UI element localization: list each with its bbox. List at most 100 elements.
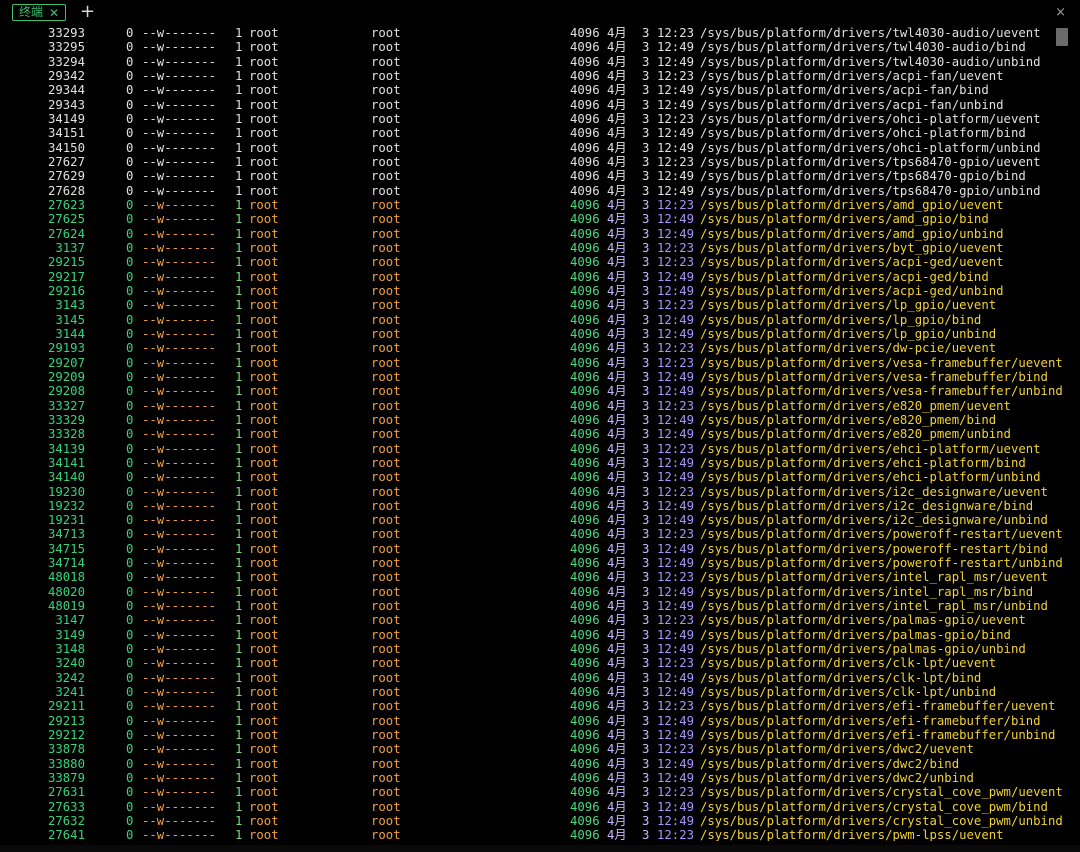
listing-month: 4月 [607, 226, 627, 241]
tab-terminal[interactable]: 终端 ✕ [12, 4, 67, 21]
listing-day: 3 [642, 183, 650, 198]
listing-inode: 3241 [55, 685, 85, 700]
listing-owner: root [249, 484, 279, 499]
listing-row: 34150 0 --w------- 1 root root 4096 4月 3 12:49/sy… [12, 141, 1066, 155]
listing-time: 12:23 [657, 355, 695, 370]
listing-path: /sys/bus/platform/drivers/efi-framebuffe… [700, 713, 1041, 728]
listing-group: root [371, 441, 401, 456]
listing-row: 29343 0 --w------- 1 root root 4096 4月 3 12:49/sy… [12, 98, 1066, 112]
listing-links: 1 [235, 68, 243, 83]
listing-owner: root [249, 126, 279, 141]
listing-links: 1 [235, 398, 243, 413]
listing-time: 12:49 [657, 670, 695, 685]
vertical-scrollbar[interactable] [1056, 28, 1068, 843]
listing-month: 4月 [607, 756, 627, 771]
listing-group: root [371, 255, 401, 270]
listing-blocks: 0 [126, 384, 134, 399]
listing-day: 3 [642, 799, 650, 814]
listing-blocks: 0 [126, 412, 134, 427]
listing-day: 3 [642, 627, 650, 642]
listing-size: 4096 [570, 40, 600, 55]
listing-group: root [371, 713, 401, 728]
listing-size: 4096 [570, 341, 600, 356]
listing-path: /sys/bus/platform/drivers/twl4030-audio/… [700, 54, 1041, 69]
listing-blocks: 0 [126, 326, 134, 341]
listing-size: 4096 [570, 799, 600, 814]
listing-blocks: 0 [126, 814, 134, 829]
listing-group: root [371, 140, 401, 155]
listing-month: 4月 [607, 255, 627, 270]
listing-day: 3 [642, 541, 650, 556]
tab-close-icon[interactable]: ✕ [49, 7, 59, 19]
listing-size: 4096 [570, 584, 600, 599]
new-tab-plus-icon[interactable]: + [80, 2, 95, 22]
listing-size: 4096 [570, 298, 600, 313]
listing-day: 3 [642, 126, 650, 141]
listing-group: root [371, 498, 401, 513]
listing-row: 33329 0 --w------- 1 root root 4096 4月 3 12:49/sy… [12, 413, 1066, 427]
listing-day: 3 [642, 785, 650, 800]
scrollbar-thumb[interactable] [1056, 28, 1068, 46]
listing-perm: --w------- [142, 412, 217, 427]
listing-owner: root [249, 68, 279, 83]
listing-size: 4096 [570, 455, 600, 470]
listing-size: 4096 [570, 111, 600, 126]
listing-path: /sys/bus/platform/drivers/intel_rapl_msr… [700, 599, 1048, 614]
listing-owner: root [249, 226, 279, 241]
listing-size: 4096 [570, 484, 600, 499]
listing-inode: 48020 [47, 584, 85, 599]
listing-perm: --w------- [142, 799, 217, 814]
listing-group: root [371, 54, 401, 69]
listing-inode: 33329 [47, 412, 85, 427]
listing-row: 3148 0 --w------- 1 root root 4096 4月 3 12:49/sys… [12, 642, 1066, 656]
listing-time: 12:23 [657, 785, 695, 800]
listing-blocks: 0 [126, 642, 134, 657]
listing-owner: root [249, 140, 279, 155]
listing-time: 12:23 [657, 154, 695, 169]
listing-time: 12:49 [657, 814, 695, 829]
listing-month: 4月 [607, 556, 627, 571]
listing-inode: 29209 [47, 369, 85, 384]
terminal-output[interactable]: 33293 0 --w------- 1 root root 4096 4月 3 12:23/sy… [12, 26, 1066, 841]
window-close-icon[interactable]: × [1055, 5, 1066, 20]
listing-size: 4096 [570, 68, 600, 83]
listing-row: 27631 0 --w------- 1 root root 4096 4月 3 12:23/sy… [12, 785, 1066, 799]
listing-group: root [371, 154, 401, 169]
listing-group: root [371, 384, 401, 399]
listing-owner: root [249, 527, 279, 542]
listing-owner: root [249, 269, 279, 284]
listing-links: 1 [235, 197, 243, 212]
listing-path: /sys/bus/platform/drivers/byt_gpio/ueven… [700, 240, 1004, 255]
listing-group: root [371, 828, 401, 841]
listing-group: root [371, 212, 401, 227]
listing-perm: --w------- [142, 584, 217, 599]
listing-links: 1 [235, 785, 243, 800]
listing-owner: root [249, 97, 279, 112]
listing-perm: --w------- [142, 140, 217, 155]
listing-owner: root [249, 255, 279, 270]
listing-month: 4月 [607, 828, 627, 841]
listing-row: 34151 0 --w------- 1 root root 4096 4月 3 12:49/sy… [12, 126, 1066, 140]
listing-day: 3 [642, 771, 650, 786]
listing-time: 12:49 [657, 556, 695, 571]
listing-path: /sys/bus/platform/drivers/intel_rapl_msr… [700, 570, 1048, 585]
listing-row: 27633 0 --w------- 1 root root 4096 4月 3 12:49/sy… [12, 800, 1066, 814]
bottom-edge [0, 845, 1080, 852]
listing-owner: root [249, 355, 279, 370]
listing-perm: --w------- [142, 742, 217, 757]
listing-group: root [371, 298, 401, 313]
listing-inode: 33878 [47, 742, 85, 757]
listing-month: 4月 [607, 642, 627, 657]
listing-group: root [371, 169, 401, 184]
listing-row: 34713 0 --w------- 1 root root 4096 4月 3 12:23/sy… [12, 527, 1066, 541]
tab-label: 终端 [19, 5, 44, 19]
listing-owner: root [249, 455, 279, 470]
listing-owner: root [249, 498, 279, 513]
listing-group: root [371, 699, 401, 714]
listing-month: 4月 [607, 83, 627, 98]
listing-day: 3 [642, 111, 650, 126]
listing-blocks: 0 [126, 771, 134, 786]
listing-size: 4096 [570, 828, 600, 841]
listing-group: root [371, 183, 401, 198]
listing-inode: 34140 [47, 470, 85, 485]
